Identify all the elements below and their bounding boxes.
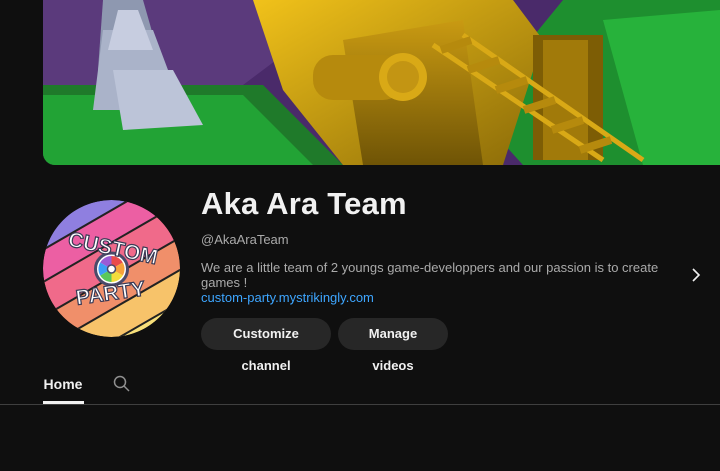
channel-avatar[interactable]: CUSTOM PARTY xyxy=(43,200,180,337)
customize-channel-button[interactable]: Customize channel xyxy=(201,318,331,373)
search-icon[interactable] xyxy=(112,374,132,394)
channel-description-text: We are a little team of 2 youngs game-de… xyxy=(201,260,659,290)
avatar-logo: CUSTOM PARTY xyxy=(43,200,180,337)
channel-description[interactable]: We are a little team of 2 youngs game-de… xyxy=(201,260,701,290)
channel-link[interactable]: custom-party.mystrikingly.com xyxy=(201,290,374,305)
banner-artwork xyxy=(43,0,720,165)
tabs-divider xyxy=(0,404,720,405)
channel-handle: @AkaAraTeam xyxy=(201,232,289,247)
channel-name: Aka Ara Team xyxy=(201,186,407,221)
manage-videos-button[interactable]: Manage videos xyxy=(338,318,448,373)
chevron-right-icon[interactable] xyxy=(691,268,701,282)
tab-home[interactable]: Home xyxy=(43,376,83,404)
channel-banner xyxy=(43,0,720,165)
